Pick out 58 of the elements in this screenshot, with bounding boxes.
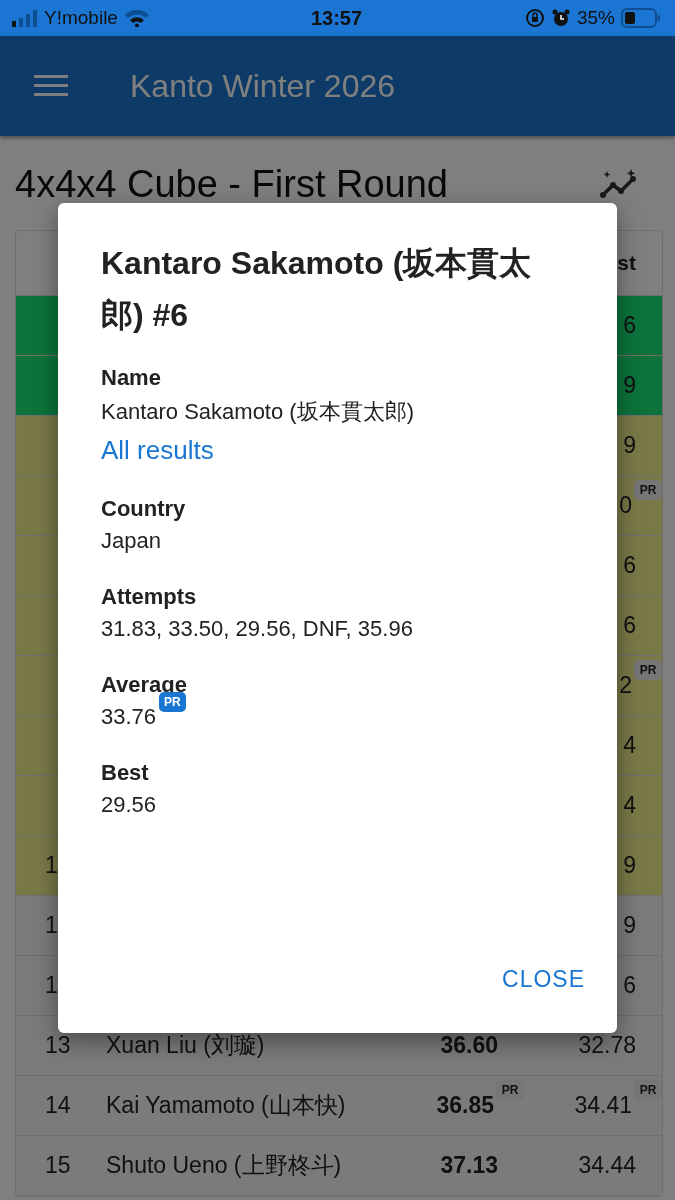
best-cell: 9 [623, 852, 636, 879]
dialog-title: Kantaro Sakamoto (坂本貫太郎) #6 [101, 244, 533, 335]
best-cell: 6 [623, 612, 636, 639]
field-value: 31.83, 33.50, 29.56, DNF, 35.96 [101, 616, 413, 642]
average-cell: 37.13 [440, 1152, 498, 1179]
pr-badge: PR [634, 480, 662, 500]
battery-percent: 35% [576, 7, 615, 29]
field-label: Best [101, 760, 150, 786]
rank-cell: 14 [45, 1092, 71, 1118]
result-row[interactable]: 14 Kai Yamamoto (山本快) 36.85 PR 34.41 PR [16, 1076, 662, 1136]
round-title: 4x4x4 Cube - First Round [15, 162, 448, 206]
best-cell: 9 [623, 372, 636, 399]
average-cell: 36.85 [436, 1092, 494, 1119]
signal-icon [12, 9, 38, 27]
all-results-link[interactable]: All results [101, 435, 573, 466]
name-cell: Kai Yamamoto (山本快) [106, 1092, 346, 1118]
column-header: st [617, 251, 637, 275]
best-cell: 32.78 [578, 1032, 636, 1059]
clock-time: 13:57 [310, 6, 363, 30]
rotation-lock-icon [524, 8, 545, 28]
field-value: Japan [101, 528, 161, 554]
best-cell: 4 [623, 792, 636, 819]
name-cell: Shuto Ueno (上野柊斗) [106, 1152, 342, 1178]
pr-badge: PR [496, 1080, 524, 1100]
carrier-name: Y!mobile [44, 7, 118, 29]
field-value: 33.76 [101, 704, 157, 730]
wifi-icon [123, 9, 150, 27]
best-cell: 0 [619, 492, 632, 519]
pr-badge: PR [634, 660, 662, 680]
rank-cell: 1 [45, 852, 58, 878]
best-cell: 6 [623, 972, 636, 999]
best-cell: 9 [623, 432, 636, 459]
best-cell: 6 [623, 312, 636, 339]
best-cell: 34.44 [578, 1152, 636, 1179]
average-cell: 36.60 [440, 1032, 498, 1059]
rank-cell: 13 [45, 1032, 71, 1058]
best-cell: 4 [623, 732, 636, 759]
app-title: Kanto Winter 2026 [130, 67, 396, 105]
field-label: Country [101, 496, 187, 522]
name-cell: Xuan Liu (刘璇) [106, 1032, 265, 1058]
field-label: Attempts [101, 584, 198, 610]
best-cell: 9 [623, 912, 636, 939]
result-row[interactable]: 15 Shuto Ueno (上野柊斗) 37.13 34.44 [16, 1136, 662, 1196]
best-cell: 2 [619, 672, 632, 699]
rank-cell: 15 [45, 1152, 71, 1178]
close-button[interactable]: CLOSE [502, 960, 585, 999]
menu-icon[interactable] [34, 75, 68, 97]
field-value: Kantaro Sakamoto (坂本貫太郎) [101, 398, 414, 426]
battery-icon [621, 8, 661, 28]
best-cell: 34.41 [574, 1092, 632, 1119]
trend-chart-icon[interactable] [599, 169, 639, 199]
pr-badge: PR [634, 1080, 662, 1100]
field-value: 29.56 [101, 792, 157, 818]
alarm-icon [550, 8, 571, 28]
field-label: Name [101, 365, 162, 391]
rank-cell: 1 [45, 972, 58, 998]
best-cell: 6 [623, 552, 636, 579]
rank-cell: 1 [45, 912, 58, 938]
